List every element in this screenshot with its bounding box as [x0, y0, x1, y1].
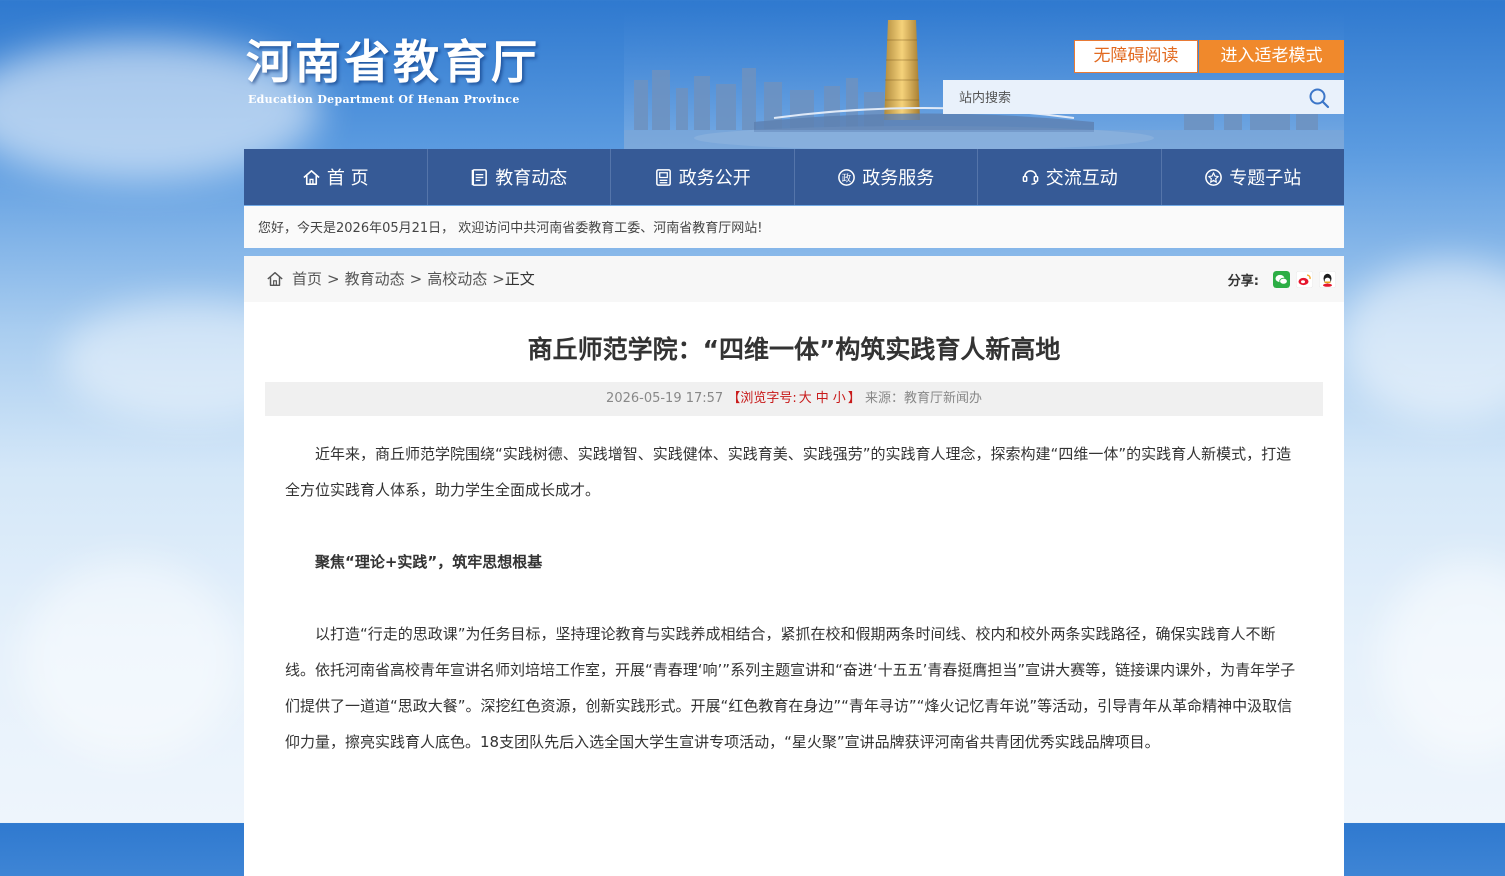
breadcrumb-university-news-link[interactable]: 高校动态 — [427, 256, 487, 302]
nav-item-label: 交流互动 — [1045, 168, 1118, 189]
svg-text:政: 政 — [842, 172, 852, 184]
elder-mode-button[interactable]: 进入适老模式 — [1199, 40, 1344, 73]
news-icon — [470, 168, 489, 187]
home-icon — [302, 168, 321, 187]
page-wrapper: 河南省教育厅 Education Department Of Henan Pro… — [244, 0, 1344, 876]
weibo-icon[interactable] — [1296, 271, 1313, 288]
nav-item-label: 首 页 — [326, 168, 369, 189]
article-meta: 2026-05-19 17:57 【浏览字号: 大中小】 来源：教育厅新闻办 — [265, 382, 1323, 416]
nav-item-label: 政务服务 — [862, 168, 935, 189]
interaction-icon — [1021, 168, 1040, 187]
article-source: 来源：教育厅新闻办 — [864, 391, 982, 406]
nav-item-topic-sites[interactable]: 专题子站 — [1162, 149, 1345, 205]
article-date: 2026-05-19 17:57 — [606, 391, 724, 406]
article-subheading: 聚焦“理论+实践”，筑牢思想根基 — [315, 553, 543, 571]
font-size-small-button[interactable]: 小 — [833, 391, 846, 406]
article-paragraph: 以打造“行走的思政课”为任务目标，坚持理论教育与实践养成相结合，紧抓在校和假期两… — [285, 625, 1296, 751]
site-logo-title[interactable]: 河南省教育厅 — [246, 36, 540, 88]
breadcrumb-separator: > — [492, 270, 505, 288]
share-bar: 分享: — [1228, 270, 1336, 289]
font-size-prefix: 【浏览字号: — [727, 391, 797, 406]
article-title: 商丘师范学院：“四维一体”构筑实践育人新高地 — [527, 335, 1061, 364]
nav-item-home[interactable]: 首 页 — [244, 149, 428, 205]
home-icon — [267, 271, 283, 287]
accessibility-reading-button[interactable]: 无障碍阅读 — [1074, 40, 1198, 73]
share-label: 分享: — [1227, 274, 1259, 289]
site-header: 河南省教育厅 Education Department Of Henan Pro… — [244, 0, 1344, 149]
site-logo-subtitle: Education Department Of Henan Province — [248, 93, 520, 106]
breadcrumb: 首页 > 教育动态 > 高校动态 > 正文 — [266, 256, 535, 302]
document-icon — [654, 168, 673, 187]
breadcrumb-bar: 首页 > 教育动态 > 高校动态 > 正文 分享: — [244, 256, 1344, 302]
topic-icon — [1204, 168, 1223, 187]
article-body: 近年来，商丘师范学院围绕“实践树德、实践增智、实践健体、实践育美、实践强劳”的实… — [244, 436, 1344, 760]
article-paragraph: 近年来，商丘师范学院围绕“实践树德、实践增智、实践健体、实践育美、实践强劳”的实… — [285, 445, 1292, 499]
nav-item-label: 政务公开 — [678, 168, 751, 189]
welcome-bar: 您好，今天是2026年05月21日， 欢迎访问中共河南省委教育工委、河南省教育厅… — [244, 206, 1344, 248]
nav-item-government-services[interactable]: 政 政务服务 — [795, 149, 978, 205]
font-size-large-button[interactable]: 大 — [799, 391, 812, 406]
main-nav: 首 页 教育动态 政务公开 政 政务服务 交流互动 专题子站 — [244, 149, 1344, 205]
breadcrumb-current: 正文 — [504, 270, 535, 288]
search-bar — [943, 80, 1344, 116]
breadcrumb-separator: > — [327, 270, 340, 288]
article-page: 首页 > 教育动态 > 高校动态 > 正文 分享: 商丘师范学院：“四维一体”构… — [244, 256, 1344, 876]
nav-item-label: 专题子站 — [1229, 168, 1302, 189]
search-icon[interactable] — [1308, 87, 1330, 109]
nav-item-education-news[interactable]: 教育动态 — [428, 149, 611, 205]
breadcrumb-education-news-link[interactable]: 教育动态 — [345, 256, 405, 302]
nav-item-label: 教育动态 — [495, 168, 568, 189]
qq-icon[interactable] — [1319, 271, 1336, 288]
service-icon: 政 — [837, 168, 856, 187]
wechat-icon[interactable] — [1273, 271, 1290, 288]
breadcrumb-separator: > — [409, 270, 423, 288]
font-size-medium-button[interactable]: 中 — [816, 391, 829, 406]
nav-item-interaction[interactable]: 交流互动 — [978, 149, 1162, 205]
nav-item-government-affairs[interactable]: 政务公开 — [611, 149, 795, 205]
search-input[interactable] — [957, 80, 1301, 116]
font-size-suffix: 】 — [847, 391, 861, 406]
breadcrumb-home-link[interactable]: 首页 — [292, 256, 322, 302]
